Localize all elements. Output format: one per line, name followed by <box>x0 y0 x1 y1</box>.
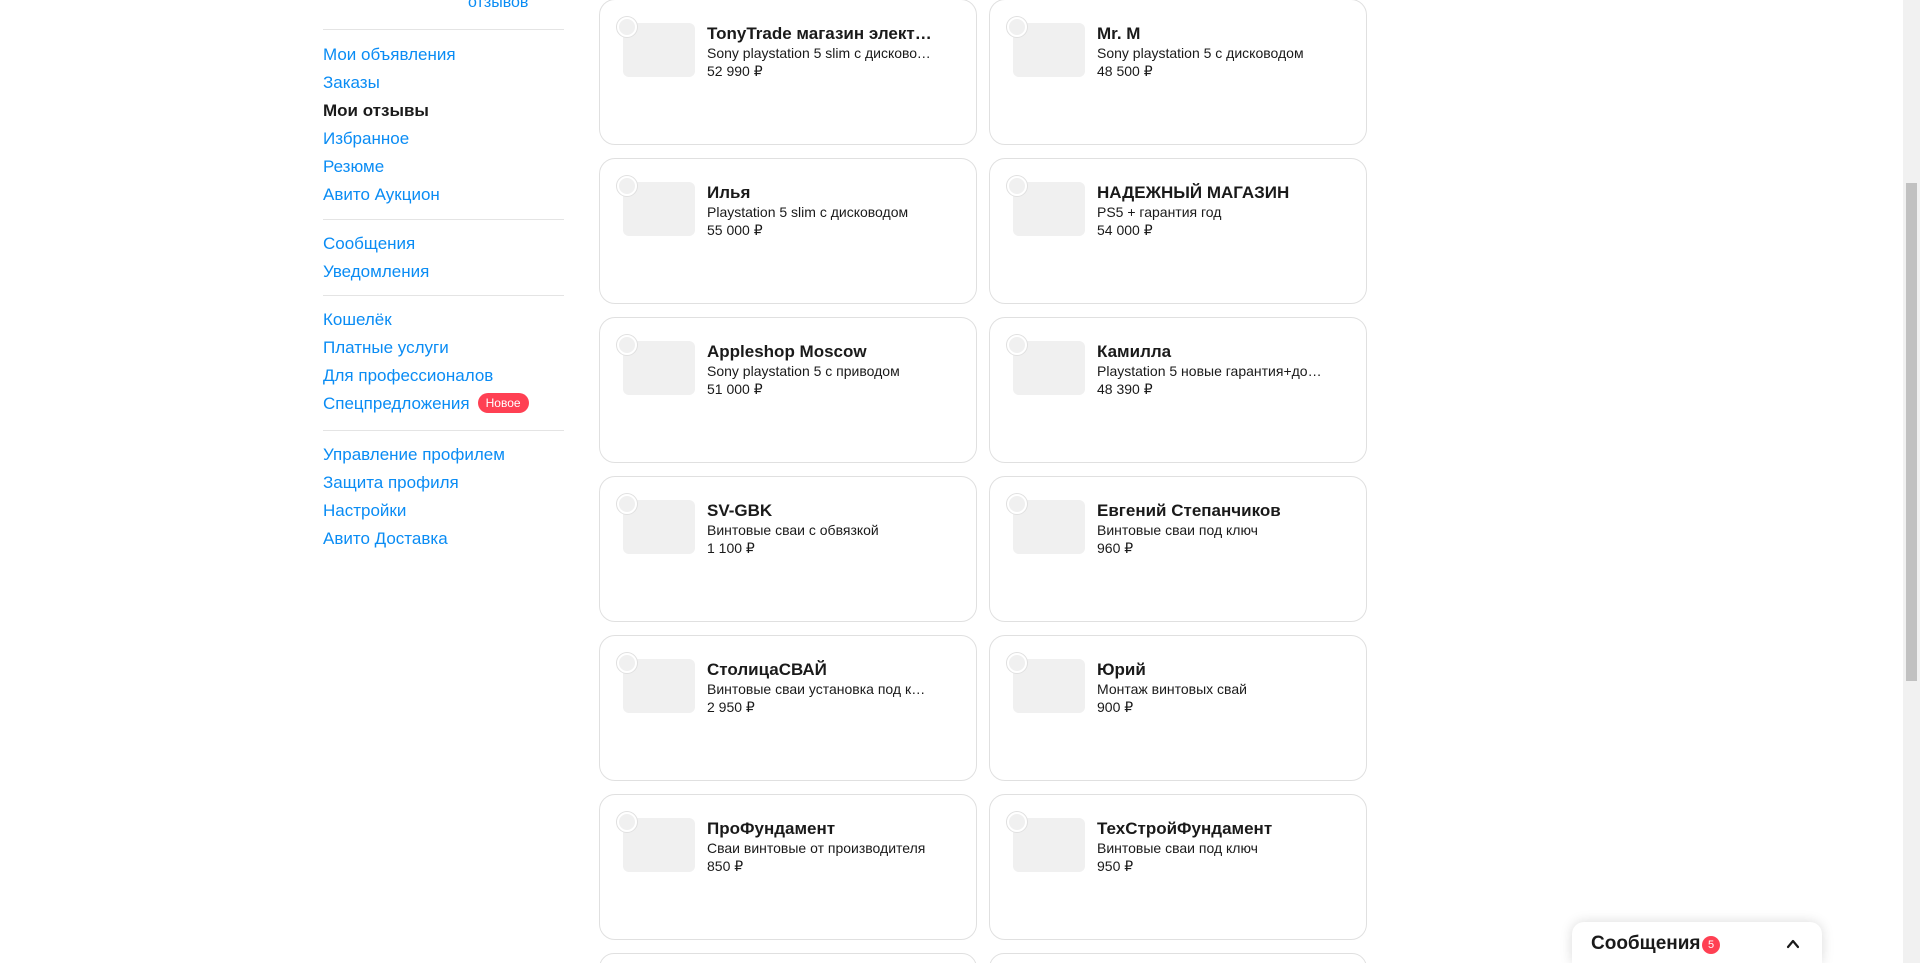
listing-title: Playstation 5 slim с дисководом <box>707 204 909 220</box>
listing-price: 48 500 ₽ <box>1097 63 1153 79</box>
nav-wallet[interactable]: Кошелёк <box>323 306 564 334</box>
seller-name: НАДЕЖНЫЙ МАГАЗИН <box>1097 183 1290 202</box>
listing-card[interactable]: СтолицаСВАЙ Винтовые сваи установка под к… <box>599 635 977 781</box>
seller-avatar <box>617 335 637 355</box>
messages-widget[interactable]: Сообщения 5 <box>1572 922 1822 963</box>
seller-avatar <box>1007 335 1027 355</box>
nav-special-offers[interactable]: Спецпредложения <box>323 390 470 418</box>
listing-card[interactable] <box>989 953 1367 963</box>
listing-title: Sony playstation 5 с дисководом <box>1097 45 1304 61</box>
seller-avatar <box>1007 494 1027 514</box>
nav-notifications[interactable]: Уведомления <box>323 258 564 286</box>
seller-name: СтолицаСВАЙ <box>707 660 827 679</box>
listing-price: 960 ₽ <box>1097 540 1134 556</box>
listing-title: PS5 + гарантия год <box>1097 204 1222 220</box>
nav-paid-services[interactable]: Платные услуги <box>323 334 564 362</box>
seller-name: Камилла <box>1097 342 1172 361</box>
nav-messages[interactable]: Сообщения <box>323 230 564 258</box>
listing-price: 900 ₽ <box>1097 699 1134 715</box>
listing-card[interactable]: НАДЕЖНЫЙ МАГАЗИН PS5 + гарантия год 54 000… <box>989 158 1367 304</box>
page-scrollbar[interactable] <box>1903 0 1920 963</box>
listing-price: 52 990 ₽ <box>707 63 763 79</box>
listing-price: 950 ₽ <box>1097 858 1134 874</box>
nav-group-wallet: Кошелёк Платные услуги Для профессионало… <box>323 306 564 418</box>
nav-special-offers-row: Спецпредложения Новое <box>323 390 564 418</box>
messages-count-badge: 5 <box>1702 936 1720 954</box>
scrollbar-thumb[interactable] <box>1906 183 1917 681</box>
listing-price: 1 100 ₽ <box>707 540 755 556</box>
seller-avatar <box>1007 17 1027 37</box>
seller-avatar <box>617 653 637 673</box>
seller-name: SV-GBK <box>707 501 773 520</box>
listing-price: 48 390 ₽ <box>1097 381 1153 397</box>
listing-title: Винтовые сваи установка под ключ <box>707 681 932 697</box>
listing-title: Винтовые сваи с обвязкой <box>707 522 879 538</box>
seller-name: Юрий <box>1097 660 1146 679</box>
nav-group-ads: Мои объявления Заказы Мои отзывы Избранн… <box>323 41 564 209</box>
listing-price: 54 000 ₽ <box>1097 222 1153 238</box>
seller-avatar <box>1007 812 1027 832</box>
divider <box>323 29 564 30</box>
seller-avatar <box>617 176 637 196</box>
seller-avatar <box>1007 653 1027 673</box>
messages-widget-label: Сообщения <box>1591 933 1701 954</box>
listing-card[interactable]: TonyTrade магазин электроники Sony playst… <box>599 0 977 145</box>
nav-profile-protection[interactable]: Защита профиля <box>323 469 564 497</box>
seller-avatar <box>1007 176 1027 196</box>
listing-price: 2 950 ₽ <box>707 699 755 715</box>
listing-title: Sony playstation 5 slim с дисководом <box>707 45 932 61</box>
nav-for-pros[interactable]: Для профессионалов <box>323 362 564 390</box>
listing-card[interactable]: SV-GBK Винтовые сваи с обвязкой 1 100 ₽ <box>599 476 977 622</box>
listing-card[interactable]: Юрий Монтаж винтовых свай 900 ₽ <box>989 635 1367 781</box>
listing-card[interactable] <box>599 953 977 963</box>
nav-delivery[interactable]: Авито Доставка <box>323 525 564 553</box>
listing-title: Монтаж винтовых свай <box>1097 681 1247 697</box>
listing-title: Сваи винтовые от производителя <box>707 840 926 856</box>
nav-group-profile: Управление профилем Защита профиля Настр… <box>323 441 564 553</box>
seller-name: Mr. M <box>1097 24 1141 43</box>
nav-my-reviews[interactable]: Мои отзывы <box>323 97 564 125</box>
listing-price: 51 000 ₽ <box>707 381 763 397</box>
nav-favorites[interactable]: Избранное <box>323 125 564 153</box>
listing-card[interactable]: Камилла Playstation 5 новые гарантия+дост… <box>989 317 1367 463</box>
nav-auction[interactable]: Авито Аукцион <box>323 181 564 209</box>
nav-group-messages: Сообщения Уведомления <box>323 230 564 286</box>
listing-title: Playstation 5 новые гарантия+доставка <box>1097 363 1322 379</box>
listing-card[interactable]: ТехСтройФундамент Винтовые сваи под ключ 9… <box>989 794 1367 940</box>
nav-my-ads[interactable]: Мои объявления <box>323 41 564 69</box>
divider <box>323 219 564 220</box>
seller-avatar <box>617 812 637 832</box>
seller-name: Евгений Степанчиков <box>1097 501 1281 520</box>
listing-title: Sony playstation 5 с приводом <box>707 363 900 379</box>
seller-name: Appleshop Moscow <box>707 342 867 361</box>
nav-orders[interactable]: Заказы <box>323 69 564 97</box>
new-badge: Новое <box>477 393 529 413</box>
seller-name: TonyTrade магазин электроники <box>707 24 932 43</box>
listing-card[interactable]: Евгений Степанчиков Винтовые сваи под клю… <box>989 476 1367 622</box>
listing-card[interactable]: ПроФундамент Сваи винтовые от производите… <box>599 794 977 940</box>
listing-price: 850 ₽ <box>707 858 744 874</box>
seller-name: ПроФундамент <box>707 819 836 838</box>
seller-name: Илья <box>707 183 751 202</box>
seller-avatar <box>617 17 637 37</box>
listing-card[interactable]: Appleshop Moscow Sony playstation 5 с при… <box>599 317 977 463</box>
seller-avatar <box>617 494 637 514</box>
listing-card[interactable]: Илья Playstation 5 slim с дисководом 55 00… <box>599 158 977 304</box>
nav-profile-management[interactable]: Управление профилем <box>323 441 564 469</box>
listing-card[interactable]: Mr. M Sony playstation 5 с дисководом 48 5… <box>989 0 1367 145</box>
listing-title: Винтовые сваи под ключ <box>1097 840 1258 856</box>
seller-name: ТехСтройФундамент <box>1097 819 1273 838</box>
divider <box>323 430 564 431</box>
chevron-up-icon[interactable] <box>1786 937 1800 951</box>
nav-settings[interactable]: Настройки <box>323 497 564 525</box>
listing-title: Винтовые сваи под ключ <box>1097 522 1258 538</box>
divider <box>323 295 564 296</box>
reviews-count-link[interactable]: отзывов <box>468 0 528 12</box>
nav-resume[interactable]: Резюме <box>323 153 564 181</box>
listing-price: 55 000 ₽ <box>707 222 763 238</box>
